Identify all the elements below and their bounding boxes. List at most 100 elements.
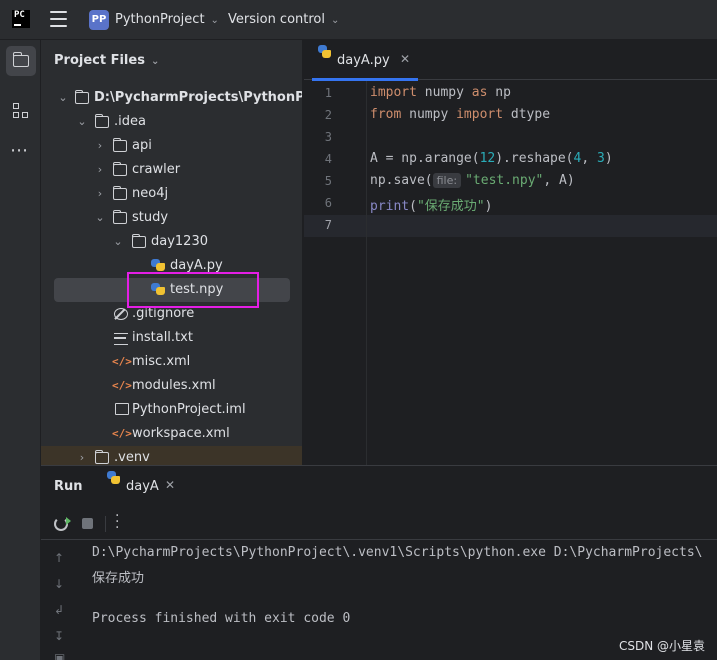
scroll-to-end-icon[interactable]: ↧ bbox=[54, 629, 64, 643]
tree-item-crawler[interactable]: › crawler bbox=[41, 158, 302, 182]
chevron-down-icon[interactable]: ⌄ bbox=[94, 206, 106, 230]
tree-item-workspace-xml[interactable]: </> workspace.xml bbox=[41, 422, 302, 446]
string-literal: "保存成功" bbox=[416, 199, 485, 214]
chevron-right-icon[interactable]: › bbox=[76, 446, 88, 465]
main-menu-icon[interactable] bbox=[50, 11, 67, 27]
watermark: CSDN @小星袁 bbox=[618, 639, 705, 653]
tree-item-idea[interactable]: ⌄ .idea bbox=[41, 110, 302, 134]
console-line: D:\PycharmProjects\PythonProject\.venv1\… bbox=[92, 545, 703, 560]
tree-item-project-root[interactable]: ⌄ D:\PycharmProjects\PythonProject bbox=[41, 86, 303, 110]
project-badge[interactable]: PP bbox=[89, 10, 109, 30]
tree-item-label: neo4j bbox=[132, 186, 169, 201]
run-panel-title: Run bbox=[54, 479, 83, 494]
chevron-down-icon[interactable]: ⌄ bbox=[112, 230, 124, 254]
project-switcher[interactable]: PythonProject ⌄ bbox=[115, 12, 219, 27]
more-vertical-icon[interactable]: · · · bbox=[115, 509, 119, 535]
code-line-4: A = np.arange(12).reshape(4, 3) bbox=[370, 151, 613, 166]
code-token: ( bbox=[409, 199, 417, 214]
chevron-down-icon[interactable]: ⌄ bbox=[57, 86, 69, 110]
code-editor[interactable]: 1 2 3 4 5 6 7 import numpy as np from nu… bbox=[304, 81, 717, 465]
tree-item-api[interactable]: › api bbox=[41, 134, 302, 158]
toolbar-divider bbox=[105, 516, 106, 532]
version-control-menu[interactable]: Version control ⌄ bbox=[228, 12, 339, 27]
keyword: from bbox=[370, 107, 402, 122]
line-number: 4 bbox=[324, 152, 332, 166]
folder-icon bbox=[74, 90, 89, 104]
chevron-right-icon[interactable]: › bbox=[94, 158, 106, 182]
python-file-icon bbox=[107, 471, 120, 484]
code-line-6: print("保存成功") bbox=[370, 195, 492, 214]
tab-daya-py[interactable]: dayA.py ✕ bbox=[312, 40, 418, 81]
number-literal: 3 bbox=[597, 151, 605, 166]
tree-item-label: modules.xml bbox=[132, 378, 216, 393]
xml-file-icon: </> bbox=[112, 427, 132, 440]
text-file-icon bbox=[114, 333, 128, 345]
run-tab-daya[interactable]: dayA bbox=[126, 479, 159, 494]
number-literal: 12 bbox=[479, 151, 496, 166]
soft-wrap-icon[interactable]: ↲ bbox=[54, 603, 64, 617]
code-token: , A) bbox=[543, 173, 575, 188]
line-number-gutter: 1 2 3 4 5 6 7 bbox=[304, 81, 367, 465]
code-line-1: import numpy as np bbox=[370, 85, 511, 100]
project-panel-title: Project Files bbox=[54, 53, 145, 68]
tree-item-day1230[interactable]: ⌄ day1230 bbox=[41, 230, 302, 254]
tree-item-label: crawler bbox=[132, 162, 181, 177]
tree-item-label: .venv bbox=[114, 450, 150, 465]
arrow-down-icon[interactable]: ↓ bbox=[54, 577, 64, 591]
project-panel-header[interactable]: Project Files ⌄ bbox=[54, 53, 159, 68]
tree-item-neo4j[interactable]: › neo4j bbox=[41, 182, 302, 206]
print-icon[interactable]: ▣ bbox=[54, 651, 65, 660]
tree-item-misc-xml[interactable]: </> misc.xml bbox=[41, 350, 302, 374]
tree-item-study[interactable]: ⌄ study bbox=[41, 206, 302, 230]
chevron-right-icon[interactable]: › bbox=[94, 134, 106, 158]
rerun-icon[interactable] bbox=[54, 517, 68, 531]
console-output[interactable]: D:\PycharmProjects\PythonProject\.venv1\… bbox=[92, 541, 702, 631]
parameter-hint: file: bbox=[432, 173, 462, 188]
console-side-toolbar: ↑ ↓ ↲ ↧ ▣ bbox=[41, 541, 79, 660]
structure-tool-button[interactable] bbox=[6, 96, 36, 126]
stop-icon[interactable] bbox=[82, 518, 93, 529]
builtin-function: print bbox=[370, 199, 410, 214]
tree-item-label: D:\PycharmProjects\PythonProject bbox=[94, 90, 303, 105]
folder-icon bbox=[131, 234, 146, 248]
line-number: 5 bbox=[324, 174, 332, 188]
tree-item-label: .idea bbox=[114, 114, 146, 129]
tab-label: dayA.py bbox=[337, 53, 390, 68]
chevron-down-icon: ⌄ bbox=[331, 15, 340, 26]
tree-item-venv[interactable]: › .venv bbox=[41, 446, 302, 465]
arrow-up-icon[interactable]: ↑ bbox=[54, 551, 64, 565]
code-token: np.save( bbox=[370, 173, 433, 188]
project-panel: Project Files ⌄ ⌄ D:\PycharmProjects\Pyth… bbox=[41, 40, 303, 465]
pycharm-logo: PC bbox=[12, 10, 30, 28]
string-literal: "test.npy" bbox=[465, 173, 544, 188]
xml-file-icon: </> bbox=[112, 379, 132, 392]
tree-item-install-txt[interactable]: install.txt bbox=[41, 326, 302, 350]
folder-icon bbox=[94, 114, 109, 128]
folder-icon bbox=[112, 186, 127, 200]
code-token: ).reshape( bbox=[495, 151, 574, 166]
tree-item-label: api bbox=[132, 138, 152, 153]
close-icon[interactable]: ✕ bbox=[165, 478, 175, 492]
code-token: ) bbox=[604, 151, 613, 166]
more-tools-button[interactable]: ⋯ bbox=[6, 136, 36, 166]
project-tool-button[interactable] bbox=[6, 46, 36, 76]
code-token: numpy bbox=[416, 85, 472, 100]
line-number: 2 bbox=[324, 108, 332, 122]
folder-icon bbox=[112, 210, 127, 224]
folder-icon bbox=[112, 162, 127, 176]
line-number: 3 bbox=[324, 130, 332, 144]
tree-item-label: PythonProject.iml bbox=[132, 402, 246, 417]
code-token: A = np.arange( bbox=[370, 151, 480, 166]
line-number: 1 bbox=[324, 86, 332, 100]
close-icon[interactable]: ✕ bbox=[400, 52, 410, 66]
editor-tab-bar: dayA.py ✕ bbox=[304, 40, 717, 81]
project-name: PythonProject bbox=[115, 12, 205, 27]
tree-item-modules-xml[interactable]: </> modules.xml bbox=[41, 374, 302, 398]
tree-item-project-iml[interactable]: PythonProject.iml bbox=[41, 398, 302, 422]
chevron-right-icon[interactable]: › bbox=[94, 182, 106, 206]
annotation-highlight-box bbox=[127, 272, 259, 308]
version-control-label: Version control bbox=[228, 12, 325, 27]
iml-file-icon bbox=[115, 403, 129, 415]
chevron-down-icon[interactable]: ⌄ bbox=[76, 110, 88, 134]
keyword: import bbox=[370, 85, 417, 100]
